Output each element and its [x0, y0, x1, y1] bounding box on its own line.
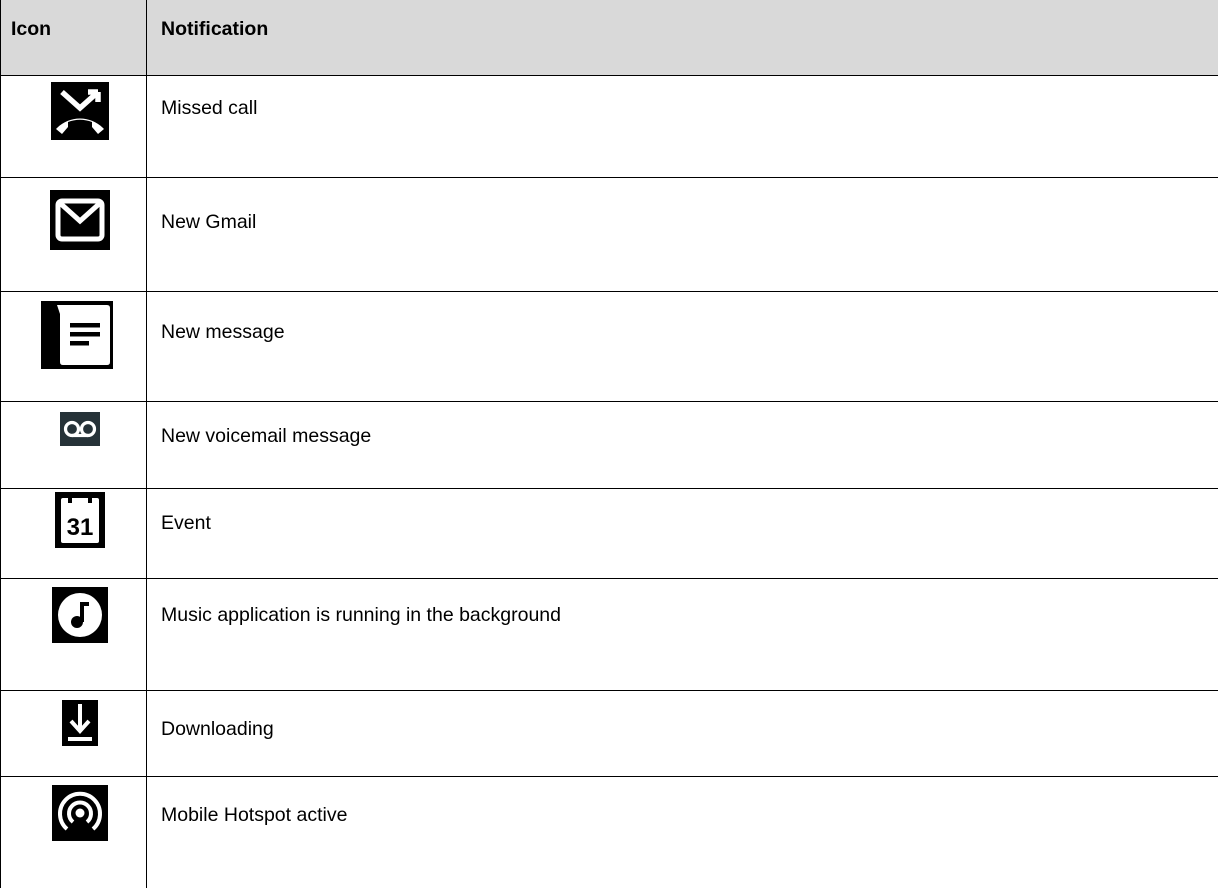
row-divider: [0, 690, 1218, 691]
download-icon: [62, 700, 98, 746]
icon-cell: [1, 691, 146, 776]
icon-cell: [1, 292, 146, 401]
gmail-icon: [50, 190, 110, 250]
notification-label: Event: [161, 512, 211, 534]
table-row: New voicemail message: [0, 402, 1218, 488]
icon-cell: [1, 402, 146, 488]
notification-icons-table: Icon Notification Missed call New Gmail …: [0, 0, 1218, 888]
row-divider: [0, 75, 1218, 76]
notification-cell: Downloading: [147, 691, 1218, 776]
notification-cell: Mobile Hotspot active: [147, 777, 1218, 888]
icon-cell: [1, 579, 146, 690]
row-divider: [0, 776, 1218, 777]
table-border-left: [0, 0, 1, 888]
header-notification: Notification: [161, 18, 269, 40]
notification-label: Mobile Hotspot active: [161, 804, 348, 826]
voicemail-icon: [60, 412, 100, 446]
music-icon: [52, 587, 108, 643]
notification-label: New voicemail message: [161, 425, 372, 447]
notification-cell: Music application is running in the back…: [147, 579, 1218, 690]
notification-label: Downloading: [161, 718, 274, 740]
notification-label: Music application is running in the back…: [161, 604, 561, 626]
table-row: 31 Event: [0, 489, 1218, 578]
notification-label: Missed call: [161, 97, 258, 119]
row-divider: [0, 177, 1218, 178]
table-row: Music application is running in the back…: [0, 579, 1218, 690]
table-header: Icon Notification: [0, 0, 1218, 75]
notification-label: New Gmail: [161, 211, 257, 233]
row-divider: [0, 488, 1218, 489]
table-row: Mobile Hotspot active: [0, 777, 1218, 888]
notification-cell: New voicemail message: [147, 402, 1218, 488]
icon-cell: [1, 777, 146, 888]
table-row: Missed call: [0, 76, 1218, 177]
icon-cell: [1, 178, 146, 291]
notification-cell: New message: [147, 292, 1218, 401]
notification-label: New message: [161, 321, 285, 343]
missed-call-icon: [51, 82, 109, 140]
table-row: New Gmail: [0, 178, 1218, 291]
row-divider: [0, 401, 1218, 402]
table-row: New message: [0, 292, 1218, 401]
icon-cell: 31: [1, 489, 146, 578]
notification-cell: Event: [147, 489, 1218, 578]
column-divider: [146, 0, 147, 888]
row-divider: [0, 578, 1218, 579]
calendar-day: 31: [67, 514, 94, 541]
row-divider: [0, 291, 1218, 292]
icon-cell: [1, 76, 146, 177]
message-icon: [41, 301, 113, 369]
hotspot-icon: [52, 785, 108, 841]
header-icon: Icon: [11, 18, 52, 40]
table-row: Downloading: [0, 691, 1218, 776]
calendar-event-icon: 31: [55, 492, 105, 548]
notification-cell: Missed call: [147, 76, 1218, 177]
notification-cell: New Gmail: [147, 178, 1218, 291]
